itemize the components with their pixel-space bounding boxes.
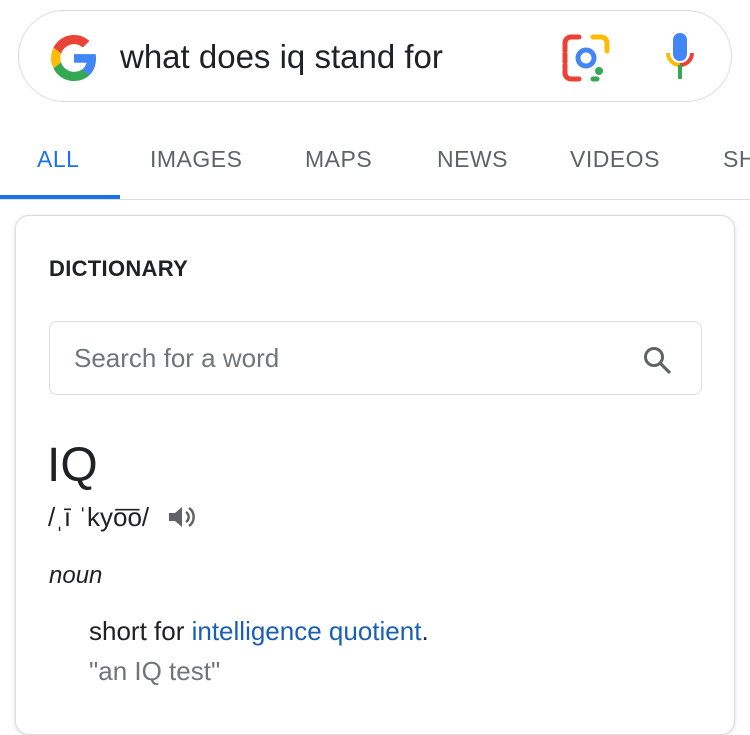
search-query[interactable]: what does iq stand for <box>120 34 443 80</box>
tab-news[interactable]: NEWS <box>437 146 508 173</box>
tab-all[interactable]: ALL <box>37 146 79 173</box>
headword: IQ <box>47 439 98 492</box>
search-icon[interactable] <box>642 345 672 375</box>
tab-shopping[interactable]: SH <box>723 146 750 173</box>
active-tab-indicator <box>0 195 120 199</box>
definition-prefix: short for <box>89 616 192 646</box>
definition-link[interactable]: intelligence quotient <box>192 616 422 646</box>
card-title: DICTIONARY <box>49 256 189 281</box>
definition: short for intelligence quotient. <box>89 616 429 647</box>
tab-images[interactable]: IMAGES <box>150 146 242 173</box>
part-of-speech: noun <box>49 562 103 589</box>
google-logo-icon <box>51 35 97 81</box>
pronunciation: /ˌī ˈkyo͞o/ <box>48 502 150 532</box>
google-lens-icon[interactable] <box>561 33 611 83</box>
microphone-icon[interactable] <box>665 31 695 87</box>
speaker-icon[interactable] <box>166 502 196 532</box>
dictionary-card: DICTIONARY IQ /ˌī ˈkyo͞o/ noun short for… <box>15 215 735 735</box>
word-search-box[interactable] <box>49 321 702 395</box>
tab-videos[interactable]: VIDEOS <box>570 146 660 173</box>
search-bar[interactable]: what does iq stand for <box>18 10 732 102</box>
word-search-input[interactable] <box>74 336 614 380</box>
search-tabs: ALL IMAGES MAPS NEWS VIDEOS SH <box>0 118 750 200</box>
definition-suffix: . <box>421 616 429 646</box>
tab-maps[interactable]: MAPS <box>305 146 372 173</box>
example-usage: "an IQ test" <box>89 656 221 686</box>
